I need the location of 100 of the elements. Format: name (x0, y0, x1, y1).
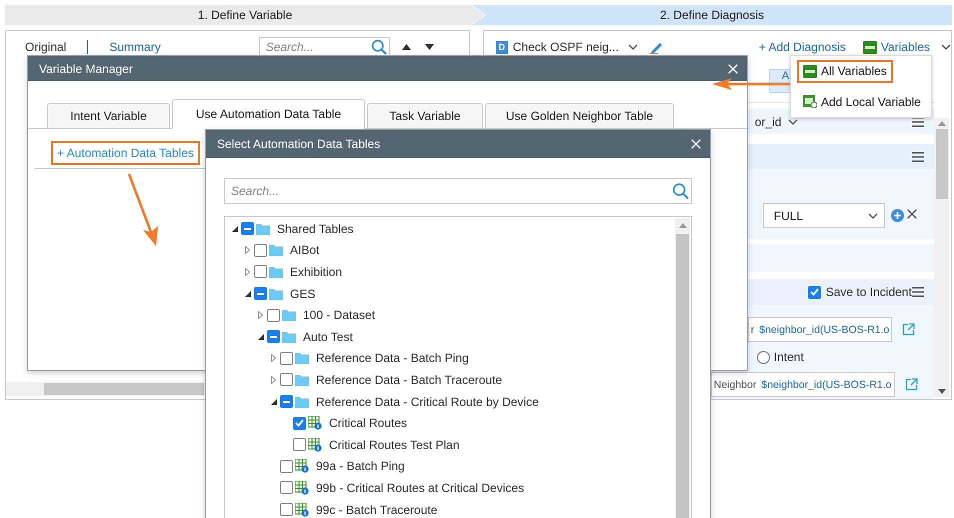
checkbox[interactable] (254, 287, 267, 300)
collapsed-triangle-icon (271, 376, 276, 384)
scrollbar-thumb[interactable] (676, 234, 689, 518)
tree-item[interactable]: 99c - Batch Traceroute (316, 502, 438, 517)
scrollbar-thumb[interactable] (936, 129, 948, 199)
checkbox-label: Save to Incident (826, 285, 912, 299)
menu-icon (912, 152, 924, 162)
scroll-down-icon[interactable] (938, 389, 946, 394)
checkbox[interactable] (280, 352, 293, 365)
close-icon[interactable] (906, 208, 918, 220)
vertical-scrollbar[interactable] (934, 118, 949, 397)
menu-item[interactable]: All Variables (797, 60, 893, 82)
close-button[interactable] (727, 62, 739, 74)
down-arrow-icon (424, 44, 434, 50)
scroll-up-icon[interactable] (678, 223, 686, 228)
tab[interactable]: Use Golden Neighbor Table (485, 103, 674, 129)
checkbox[interactable] (254, 244, 267, 257)
checkbox[interactable] (293, 438, 306, 452)
expanded-triangle-icon (244, 290, 250, 297)
menu-item[interactable]: Add Local Variable (797, 90, 927, 113)
tab[interactable]: Intent Variable (47, 103, 170, 129)
table-icon (308, 438, 322, 452)
tree-item[interactable]: Reference Data - Batch Traceroute (316, 372, 502, 387)
expanded-triangle-icon (270, 398, 276, 405)
step-tab[interactable]: 2. Define Diagnosis (472, 5, 952, 25)
checkbox[interactable] (280, 460, 293, 473)
diagnosis-name[interactable]: Check OSPF neig... (512, 40, 619, 54)
diagnosis-badge: D (496, 40, 508, 54)
tree-item[interactable]: Auto Test (303, 330, 353, 344)
tree-item[interactable]: Shared Tables (277, 222, 354, 236)
chevron-down-icon (868, 212, 878, 218)
folder-icon (269, 266, 283, 278)
collapsed-triangle-icon (245, 246, 250, 254)
checkbox[interactable] (808, 286, 821, 298)
checkbox[interactable] (280, 395, 293, 408)
checkbox[interactable] (267, 308, 280, 322)
tree-item[interactable]: Reference Data - Batch Ping (316, 351, 469, 366)
external-link-icon (904, 378, 918, 391)
variable-icon (803, 64, 817, 78)
view-tab[interactable]: Original (25, 40, 66, 54)
search-icon (370, 39, 387, 55)
close-button[interactable] (690, 138, 702, 150)
expanded-triangle-icon (232, 226, 238, 232)
folder-icon (256, 222, 270, 235)
folder-icon (295, 374, 309, 386)
mode-select[interactable]: FULL (762, 203, 885, 228)
tree-item[interactable]: 99a - Batch Ping (316, 459, 405, 474)
checkbox[interactable] (280, 481, 293, 494)
table-icon (308, 416, 322, 430)
variable-field[interactable]: r $neighbor_id(US-BOS-R1.o (748, 317, 892, 342)
dialog-title: Select Automation Data Tables (217, 137, 380, 151)
tree-item[interactable]: Critical Routes Test Plan (329, 438, 460, 452)
step-tab[interactable]: 1. Define Variable (5, 5, 485, 25)
folder-icon (269, 244, 283, 256)
checkbox[interactable] (293, 416, 306, 430)
checkbox[interactable] (280, 503, 293, 516)
collapsed-triangle-icon (271, 354, 276, 362)
add-variable-icon (803, 95, 817, 108)
view-tab[interactable]: Summary (109, 40, 161, 54)
vertical-scrollbar[interactable] (675, 218, 690, 518)
search-field[interactable]: Search... (224, 178, 692, 204)
variables-menu-button[interactable]: Variables (880, 40, 930, 54)
folder-icon (282, 309, 296, 322)
tree-item[interactable]: 100 - Dataset (303, 308, 376, 322)
pencil-icon (650, 40, 663, 54)
expanded-triangle-icon (258, 334, 264, 340)
table-icon (295, 480, 309, 495)
dialog-title: Variable Manager (39, 62, 133, 76)
checkbox[interactable] (267, 330, 280, 344)
checkbox[interactable] (241, 222, 254, 236)
chevron-down-icon (941, 44, 951, 50)
add-diagnosis-link[interactable]: + Add Diagnosis (758, 40, 846, 54)
tree-item[interactable]: GES (290, 286, 316, 301)
tree-item[interactable]: 99b - Critical Routes at Critical Devices (316, 480, 524, 495)
add-tables-link[interactable]: + Automation Data Tables (51, 141, 200, 165)
external-link-icon (902, 323, 916, 336)
tree-item[interactable]: Critical Routes (329, 416, 408, 430)
chevron-down-icon (628, 44, 638, 50)
folder-icon (282, 330, 296, 343)
chevron-down-icon (788, 118, 798, 124)
tab[interactable]: Use Automation Data Table (172, 99, 365, 129)
tree-item[interactable]: Exhibition (290, 264, 342, 279)
up-arrow-icon (402, 44, 411, 50)
column-name: or_id (754, 114, 782, 128)
menu-icon (912, 287, 924, 297)
checkbox[interactable] (280, 373, 293, 386)
collapsed-triangle-icon (258, 311, 263, 320)
tree-item[interactable]: AIBot (290, 243, 320, 258)
scrollbar-thumb[interactable] (44, 383, 204, 395)
search-icon (672, 182, 689, 200)
radio-button[interactable] (756, 350, 770, 364)
variable-field[interactable]: Neighbor $neighbor_id(US-BOS-R1.o (710, 372, 895, 397)
table-icon (295, 459, 309, 474)
variable-icon (862, 40, 877, 54)
folder-icon (295, 352, 309, 364)
tab[interactable]: Task Variable (367, 103, 483, 129)
scroll-up-icon[interactable] (938, 121, 946, 126)
checkbox[interactable] (254, 265, 267, 278)
add-circle-icon (890, 209, 904, 222)
tree-item[interactable]: Reference Data - Critical Route by Device (316, 394, 539, 409)
